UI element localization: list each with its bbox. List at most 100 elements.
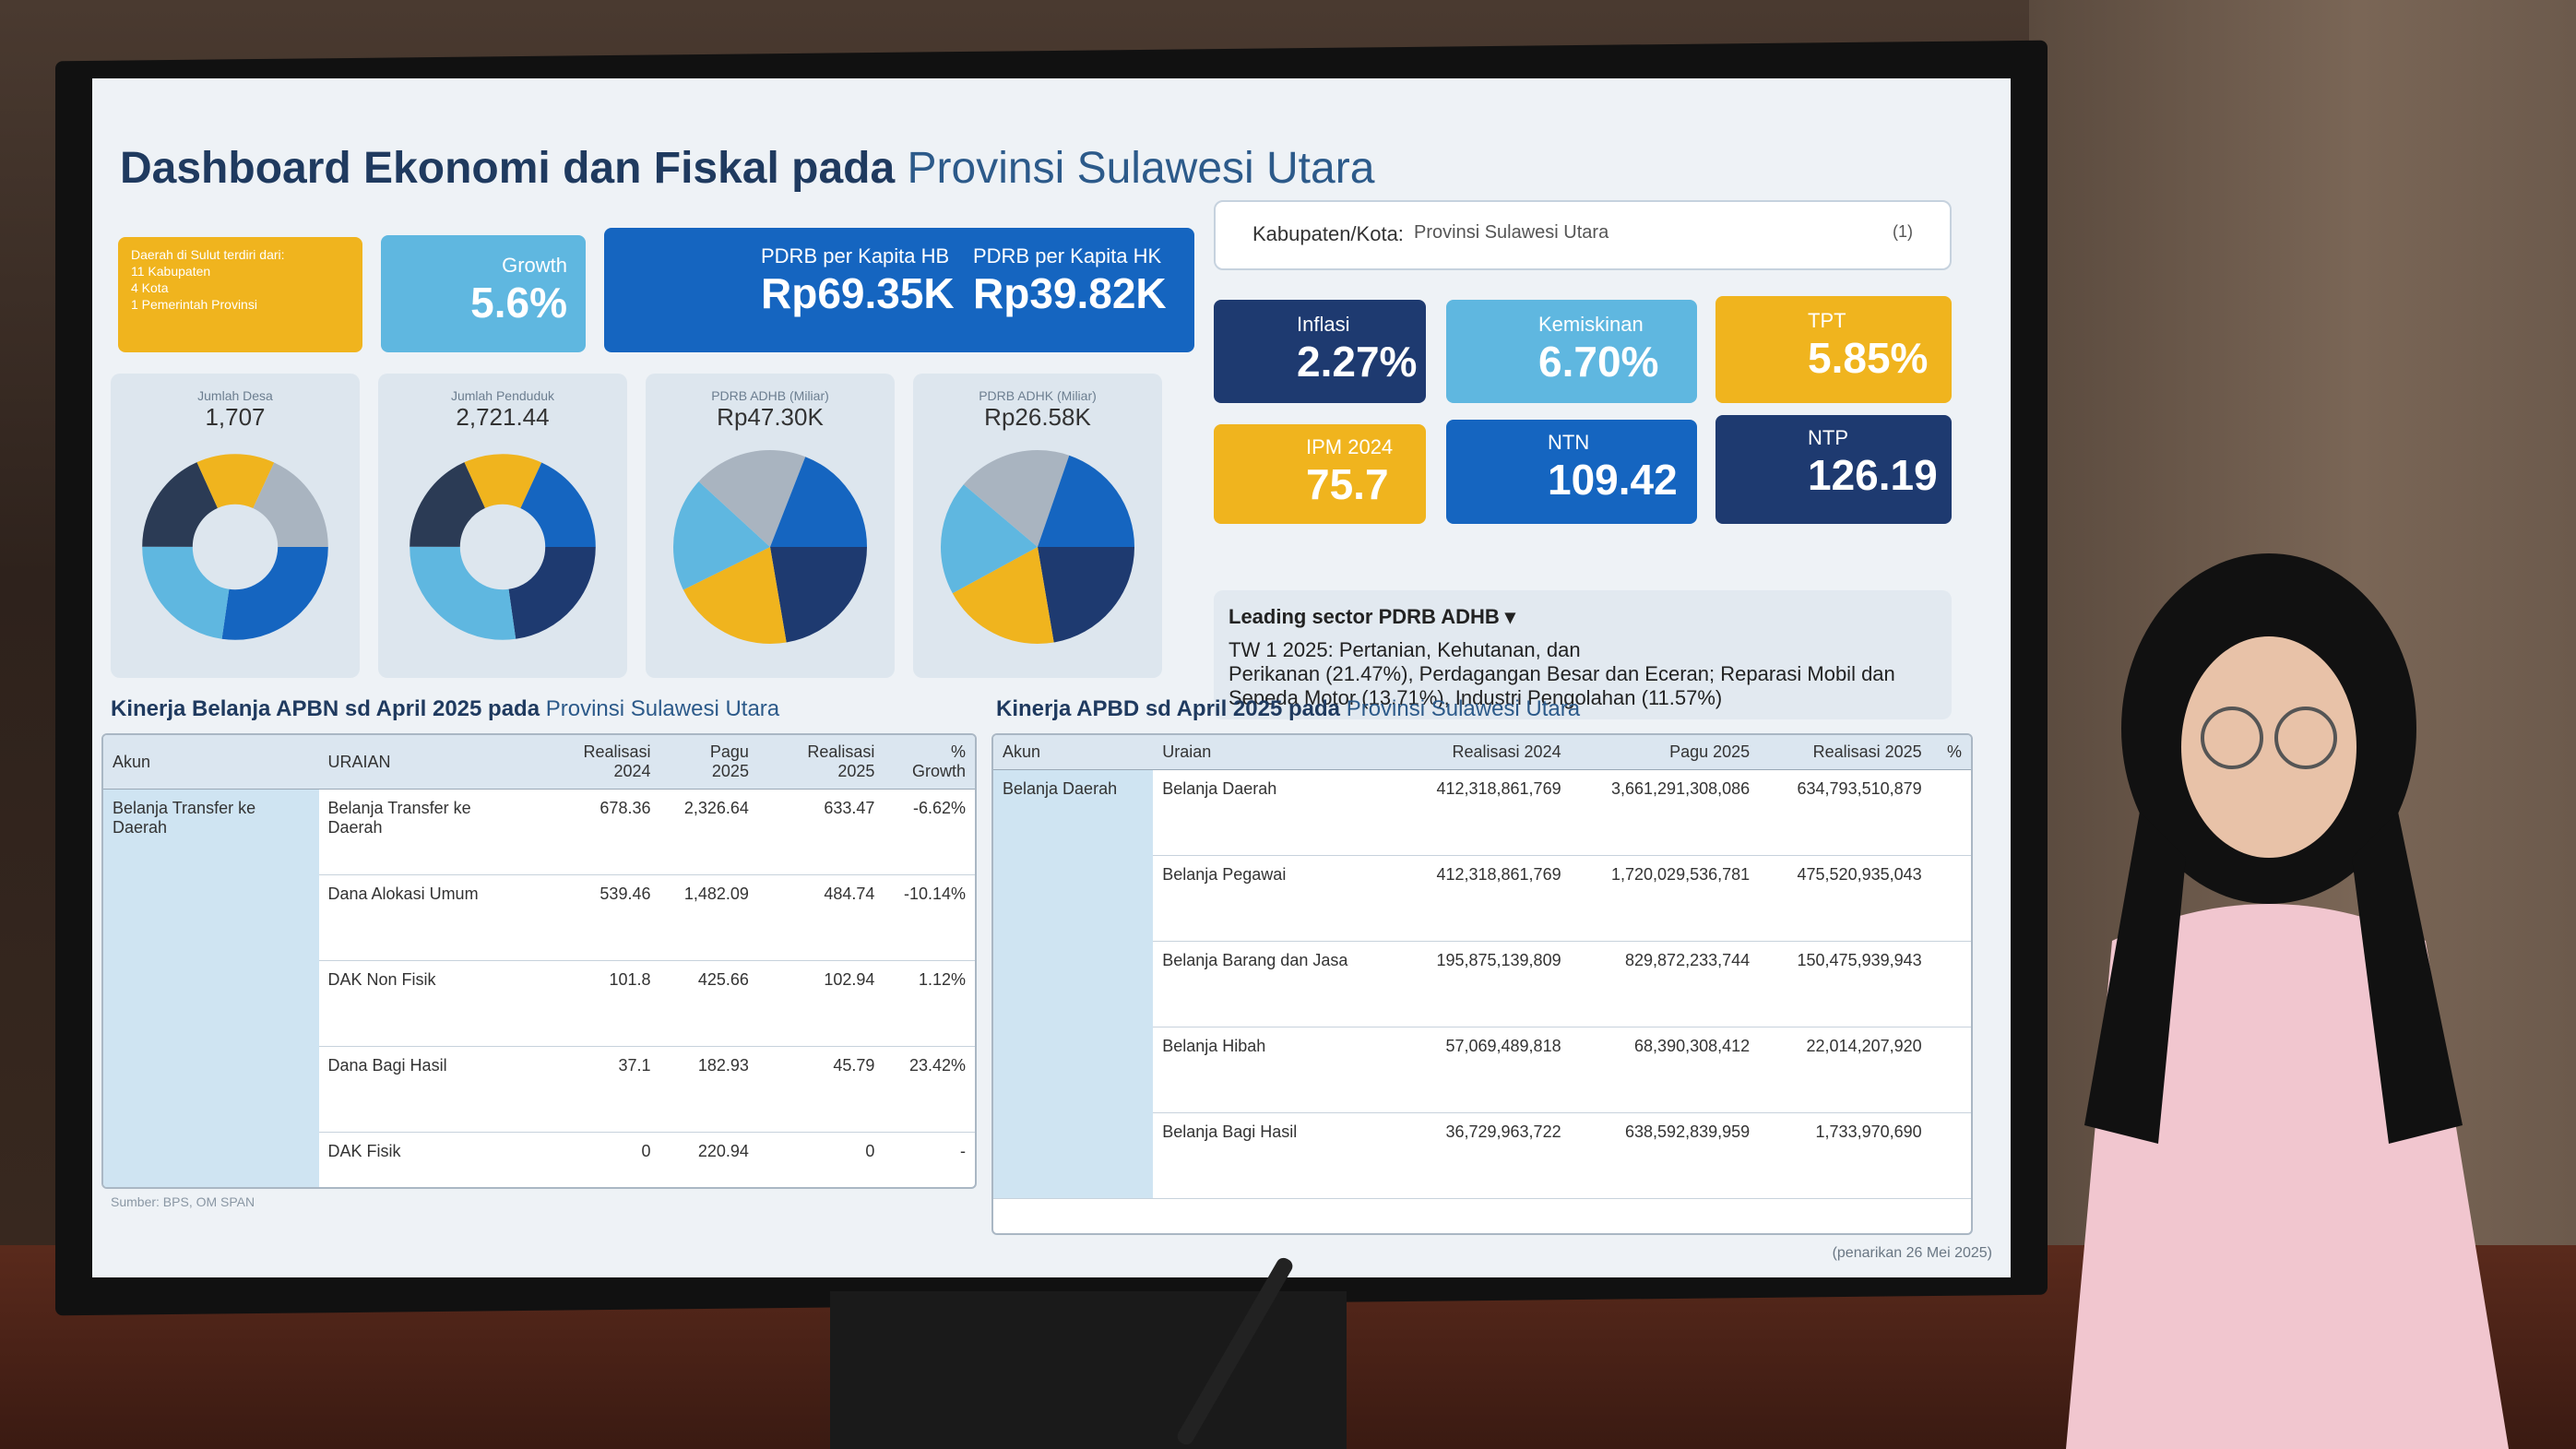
donut-penduduk-label: Jumlah Penduduk	[450, 388, 555, 403]
pdrb-hb-label: PDRB per Kapita HB	[761, 244, 950, 267]
cell: 638,592,839,959	[1570, 1112, 1760, 1199]
cell: 829,872,233,744	[1570, 941, 1760, 1027]
sector-line-1: TW 1 2025: Pertanian, Kehutanan, dan	[1229, 638, 1581, 661]
cell: 2,326.64	[659, 789, 758, 875]
cell: 57,069,489,818	[1398, 1027, 1571, 1113]
cell: -10.14%	[884, 874, 975, 961]
cell: Belanja Daerah	[1153, 769, 1399, 856]
cell: 182.93	[659, 1046, 758, 1133]
tpt-value: 5.85%	[1808, 334, 1929, 382]
apbd-title: Kinerja APBD sd April 2025 pada Provinsi…	[996, 696, 1580, 722]
apbn-title-region: Provinsi Sulawesi Utara	[545, 696, 780, 721]
cell: 539.46	[534, 874, 660, 961]
apbd-title-region: Provinsi Sulawesi Utara	[1346, 696, 1581, 721]
cell: 1.12%	[884, 960, 975, 1047]
cell: 475,520,935,043	[1759, 855, 1931, 942]
growth-tile: Growth 5.6%	[381, 235, 586, 352]
info-line-4: 1 Pemerintah Provinsi	[131, 297, 257, 312]
cell: Dana Bagi Hasil	[318, 1046, 535, 1133]
cell: 484.74	[757, 874, 884, 961]
ntp-label: NTP	[1808, 426, 1848, 449]
filter-value: Provinsi Sulawesi Utara	[1414, 222, 1609, 243]
cell: 68,390,308,412	[1570, 1027, 1760, 1113]
info-line-3: 4 Kota	[131, 280, 169, 295]
cell: 37.1	[534, 1046, 660, 1133]
cell: DAK Non Fisik	[318, 960, 535, 1047]
cell	[1930, 769, 1971, 856]
pie-adhb-chart	[673, 450, 867, 644]
region-info-tile: Daerah di Sulut terdiri dari: 11 Kabupat…	[118, 237, 362, 352]
info-line-2: 11 Kabupaten	[131, 264, 211, 279]
ipm-value: 75.7	[1306, 460, 1389, 508]
pdrb-hb: PDRB per Kapita HB Rp69.35K	[761, 244, 955, 318]
filter-count: (1)	[1893, 222, 1913, 241]
tpt-label: TPT	[1808, 309, 1846, 332]
presenter	[2066, 553, 2509, 1449]
cell: 23.42%	[884, 1046, 975, 1133]
inflasi-value: 2.27%	[1297, 338, 1418, 386]
cell: 633.47	[757, 789, 884, 875]
growth-label: Growth	[502, 254, 567, 277]
pdrb-hb-value: Rp69.35K	[761, 269, 955, 317]
filter-label: Kabupaten/Kota:	[1252, 222, 1404, 245]
cell: 45.79	[757, 1046, 884, 1133]
apbn-title-text: Kinerja Belanja APBN sd April 2025 pada	[111, 696, 540, 721]
ntp-tile: NTP 126.19	[1715, 415, 1952, 524]
donut-penduduk-value: 2,721.44	[456, 403, 550, 431]
ipm-tile: IPM 2024 75.7	[1214, 424, 1426, 524]
apbd-title-text: Kinerja APBD sd April 2025 pada	[996, 696, 1341, 721]
sector-line-2: Perikanan (21.47%), Perdagangan Besar da…	[1229, 662, 1895, 685]
ntn-value: 109.42	[1548, 456, 1678, 504]
growth-value: 5.6%	[470, 279, 567, 327]
apbn-col-growth: % Growth	[884, 735, 975, 790]
apbd-col-akun: Akun	[993, 735, 1154, 770]
ntn-label: NTN	[1548, 431, 1590, 454]
donut-desa-value: 1,707	[205, 403, 266, 431]
pdrb-tile: PDRB per Kapita HB Rp69.35K PDRB per Kap…	[604, 228, 1194, 352]
cell: 678.36	[534, 789, 660, 875]
sector-heading[interactable]: Leading sector PDRB ADHB ▾	[1229, 605, 1937, 629]
cell: 220.94	[659, 1132, 758, 1187]
cell: 195,875,139,809	[1398, 941, 1571, 1027]
kabupaten-filter[interactable]: Kabupaten/Kota: Provinsi Sulawesi Utara …	[1214, 200, 1952, 270]
ipm-label: IPM 2024	[1306, 435, 1394, 458]
donut-desa: Jumlah Desa 1,707	[111, 374, 360, 678]
cell: 22,014,207,920	[1759, 1027, 1931, 1113]
apbd-col-r2025: Realisasi 2025	[1759, 735, 1931, 770]
cell: Belanja Bagi Hasil	[1153, 1112, 1399, 1199]
cell: 36,729,963,722	[1398, 1112, 1571, 1199]
pie-adhk-value: Rp26.58K	[984, 403, 1091, 431]
cell	[1930, 1027, 1971, 1113]
table-row: Belanja Daerah Belanja Daerah 412,318,86…	[993, 769, 1971, 1199]
apbd-col-pct: %	[1930, 735, 1971, 770]
kemiskinan-label: Kemiskinan	[1538, 313, 1644, 336]
cell: Belanja Pegawai	[1153, 855, 1399, 942]
apbn-akun-cell: Belanja Transfer ke Daerah	[103, 789, 319, 1187]
pie-adhb-label: PDRB ADHB (Miliar)	[711, 388, 829, 403]
cell: DAK Fisik	[318, 1132, 535, 1187]
apbd-col-r2024: Realisasi 2024	[1398, 735, 1571, 770]
cell	[1930, 1112, 1971, 1199]
apbn-col-uraian: URAIAN	[318, 735, 535, 790]
donut-penduduk-chart	[410, 454, 596, 640]
cell: 102.94	[757, 960, 884, 1047]
pie-adhk: PDRB ADHK (Miliar) Rp26.58K	[913, 374, 1162, 678]
cell: -	[884, 1132, 975, 1187]
inflasi-label: Inflasi	[1297, 313, 1350, 336]
cell: Belanja Barang dan Jasa	[1153, 941, 1399, 1027]
pdrb-hk: PDRB per Kapita HK Rp39.82K	[973, 244, 1167, 318]
table-row: Belanja Transfer ke Daerah Belanja Trans…	[103, 789, 975, 1187]
cell: 1,733,970,690	[1759, 1112, 1931, 1199]
inflasi-tile: Inflasi 2.27%	[1214, 300, 1426, 403]
apbn-col-r2025: Realisasi 2025	[757, 735, 884, 790]
source-note: Sumber: BPS, OM SPAN	[111, 1194, 255, 1209]
cell: 101.8	[534, 960, 660, 1047]
pie-adhb: PDRB ADHB (Miliar) Rp47.30K	[646, 374, 895, 678]
apbd-akun-cell: Belanja Daerah	[993, 769, 1154, 1199]
cell: Belanja Transfer ke Daerah	[318, 789, 535, 875]
cell: 0	[757, 1132, 884, 1187]
apbn-title: Kinerja Belanja APBN sd April 2025 pada …	[111, 696, 779, 722]
dashboard-title: Dashboard Ekonomi dan Fiskal pada Provin…	[120, 143, 1374, 194]
kemiskinan-tile: Kemiskinan 6.70%	[1446, 300, 1697, 403]
cell: Belanja Hibah	[1153, 1027, 1399, 1113]
